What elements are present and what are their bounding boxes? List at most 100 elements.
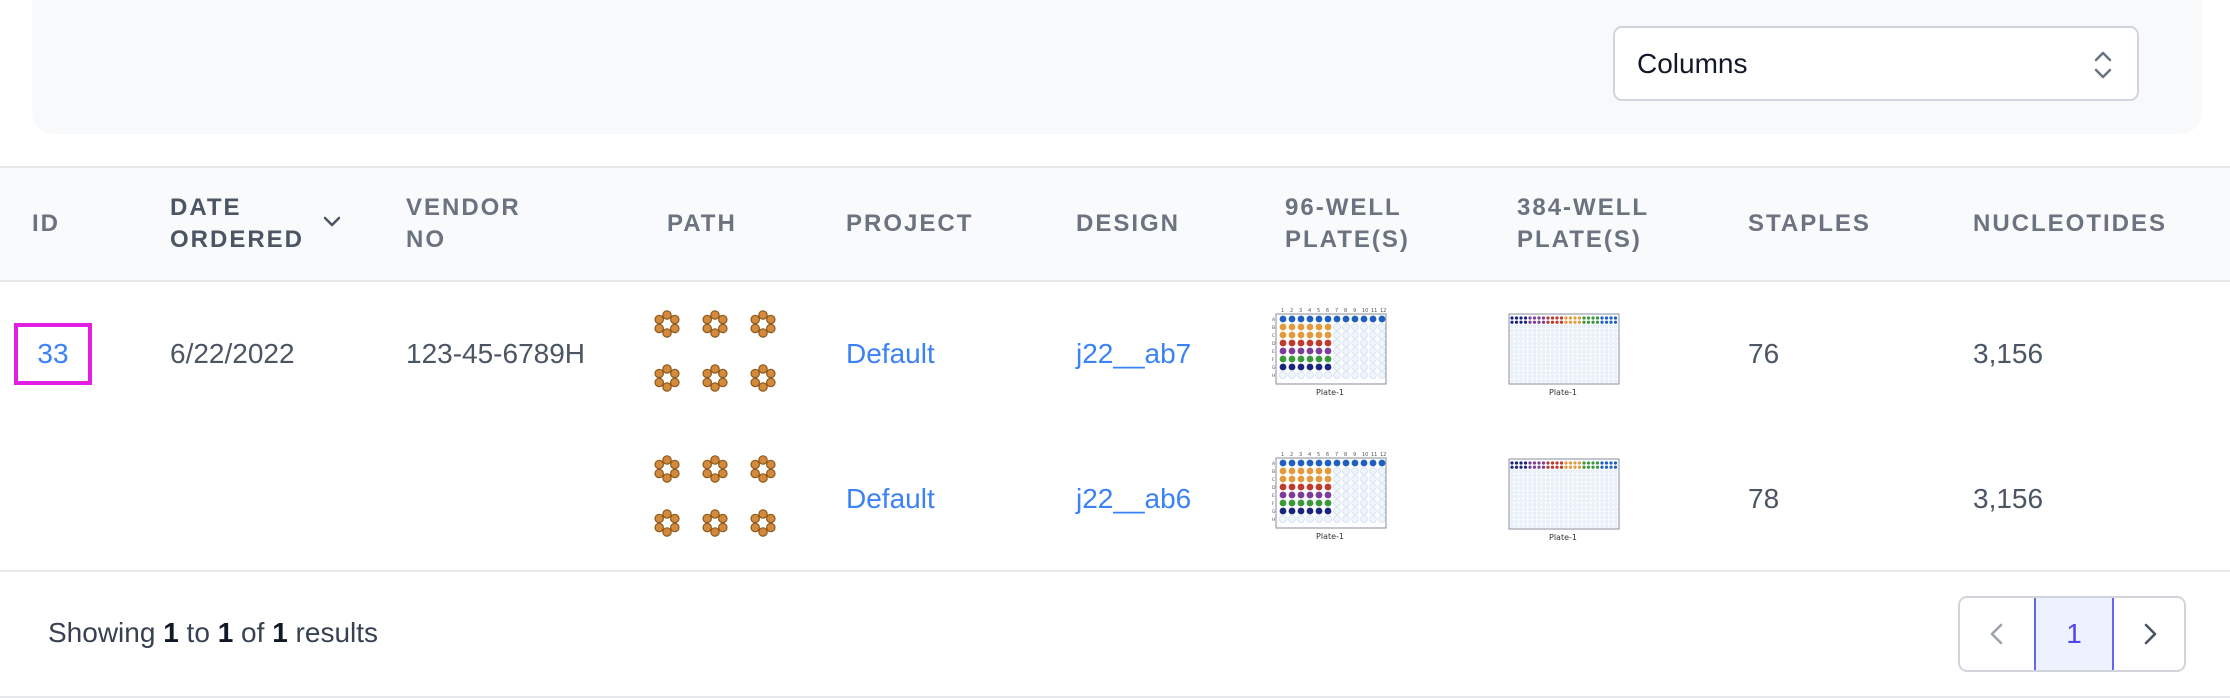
plate-row-letter: B	[1272, 469, 1275, 475]
ring-icon	[750, 455, 776, 483]
plate-col-number: 11	[1371, 452, 1377, 458]
plate-row-letter: E	[1272, 493, 1275, 499]
plate-row-letter: C	[1272, 477, 1275, 483]
plate-col-number: 7	[1335, 452, 1338, 458]
showing-prefix: Showing	[48, 617, 156, 648]
columns-select-value: Columns	[1637, 47, 1748, 79]
plate-col-number: 1	[1281, 308, 1284, 314]
plate-col-number: 10	[1362, 452, 1368, 458]
showing-total: 1	[272, 617, 288, 648]
chevron-down-icon[interactable]	[322, 215, 342, 229]
plate-col-number: 6	[1326, 452, 1329, 458]
header-vendor-no-line2: NO	[406, 226, 446, 253]
header-project[interactable]: PROJECT	[846, 208, 973, 240]
plate-label: Plate-1	[1549, 388, 1577, 397]
project-link[interactable]: Default	[846, 481, 935, 517]
plate-col-number: 5	[1317, 452, 1320, 458]
path-icon-grid	[652, 309, 782, 399]
plate-col-number: 12	[1380, 308, 1386, 314]
header-id[interactable]: ID	[32, 208, 60, 240]
plate-384-thumbnail[interactable]: Plate-1	[1505, 455, 1621, 552]
plate-row-letter: E	[1272, 349, 1275, 355]
header-96-well-plates[interactable]: 96-WELL PLATE(S)	[1285, 192, 1410, 256]
header-date-ordered-line2: ORDERED	[170, 226, 305, 253]
plate-384-graphic: Plate-1	[1508, 458, 1620, 542]
plate-col-number: 3	[1299, 452, 1302, 458]
plate-col-number: 10	[1362, 308, 1368, 314]
plate-col-number: 1	[1281, 452, 1284, 458]
plate-label: Plate-1	[1316, 388, 1344, 397]
ring-icon	[702, 509, 728, 537]
showing-to: 1	[217, 617, 234, 648]
header-nucleotides[interactable]: NUCLEOTIDES	[1973, 208, 2167, 240]
page-button-current[interactable]: 1	[2034, 598, 2114, 670]
plate-col-number: 8	[1344, 452, 1347, 458]
plate-col-number: 8	[1344, 308, 1347, 314]
ring-icon	[702, 455, 728, 483]
plate-96-thumbnail[interactable]: 1 2 3 4 5 6 7 8 9 10 11 12 A B C D E F G H Plate-1	[1272, 450, 1388, 551]
date-ordered-cell: 6/22/2022	[170, 338, 295, 369]
prev-page-button[interactable]	[1960, 598, 2034, 670]
plate-96-graphic: 1 2 3 4 5 6 7 8 9 10 11 12ABCDEFGHPlate-1	[1272, 308, 1387, 397]
plate-row-letter: C	[1272, 333, 1275, 339]
plate-col-number: 4	[1308, 452, 1311, 458]
header-vendor-no[interactable]: VENDOR NO	[406, 192, 521, 256]
plate-row-letter: D	[1272, 341, 1276, 347]
columns-select[interactable]: Columns	[1613, 26, 2139, 101]
plate-96-thumbnail[interactable]: 1 2 3 4 5 6 7 8 9 10 11 12 A B C D E F G H Plate-1	[1272, 306, 1388, 407]
results-summary: Showing 1 to 1 of 1 results	[48, 617, 378, 649]
order-id-text: 33	[37, 338, 69, 369]
staples-cell: 78	[1748, 483, 1780, 514]
showing-from: 1	[163, 617, 179, 648]
chevron-right-icon	[2144, 623, 2157, 645]
header-staples[interactable]: STAPLES	[1748, 208, 1871, 240]
order-id-link[interactable]: 33	[14, 323, 92, 385]
path-icon-grid	[652, 454, 782, 544]
plate-label: Plate-1	[1316, 532, 1344, 541]
header-384-line1: 384-WELL	[1517, 194, 1650, 221]
plate-row-letter: F	[1272, 357, 1275, 363]
ring-icon	[702, 364, 728, 392]
header-date-ordered-line1: DATE	[170, 194, 242, 221]
header-path[interactable]: PATH	[667, 208, 737, 240]
header-design[interactable]: DESIGN	[1076, 208, 1180, 240]
plate-row-letter: D	[1272, 485, 1276, 491]
ring-icon	[654, 455, 680, 483]
plate-row-letter: A	[1272, 317, 1276, 323]
plate-col-number: 7	[1335, 308, 1338, 314]
design-link[interactable]: j22__ab7	[1076, 336, 1191, 372]
plate-384-thumbnail[interactable]: Plate-1	[1505, 310, 1621, 407]
plate-row-letter: B	[1272, 325, 1275, 331]
showing-results-word: results	[295, 617, 379, 648]
ring-icon	[750, 364, 776, 392]
plate-row-letter: G	[1272, 365, 1276, 371]
plate-label: Plate-1	[1549, 533, 1577, 542]
ring-icon	[750, 509, 776, 537]
header-vendor-no-line1: VENDOR	[406, 194, 521, 221]
header-96-line1: 96-WELL	[1285, 194, 1402, 221]
footer-divider	[0, 570, 2230, 572]
plate-96-graphic: 1 2 3 4 5 6 7 8 9 10 11 12ABCDEFGHPlate-1	[1272, 452, 1387, 541]
nucleotides-cell: 3,156	[1973, 483, 2044, 514]
next-page-button[interactable]	[2114, 598, 2184, 670]
plate-col-number: 11	[1371, 308, 1377, 314]
header-date-ordered[interactable]: DATE ORDERED	[170, 192, 304, 256]
header-96-line2: PLATE(S)	[1285, 226, 1410, 253]
plate-row-letter: A	[1272, 461, 1276, 467]
showing-to-word: to	[186, 617, 210, 648]
design-link[interactable]: j22__ab6	[1076, 481, 1191, 517]
showing-of-word: of	[241, 617, 265, 648]
plate-row-letter: H	[1272, 373, 1275, 379]
plate-col-number: 2	[1290, 308, 1293, 314]
plate-col-number: 5	[1317, 308, 1320, 314]
header-384-well-plates[interactable]: 384-WELL PLATE(S)	[1517, 192, 1649, 256]
plate-col-number: 4	[1308, 308, 1311, 314]
plate-col-number: 2	[1290, 452, 1293, 458]
ring-icon	[750, 310, 776, 338]
project-link[interactable]: Default	[846, 336, 935, 372]
plate-row-letter: G	[1272, 509, 1276, 515]
plate-row-letter: F	[1272, 501, 1275, 507]
pagination: 1	[1958, 596, 2186, 672]
nucleotides-cell: 3,156	[1973, 338, 2044, 369]
ring-icon	[702, 310, 728, 338]
